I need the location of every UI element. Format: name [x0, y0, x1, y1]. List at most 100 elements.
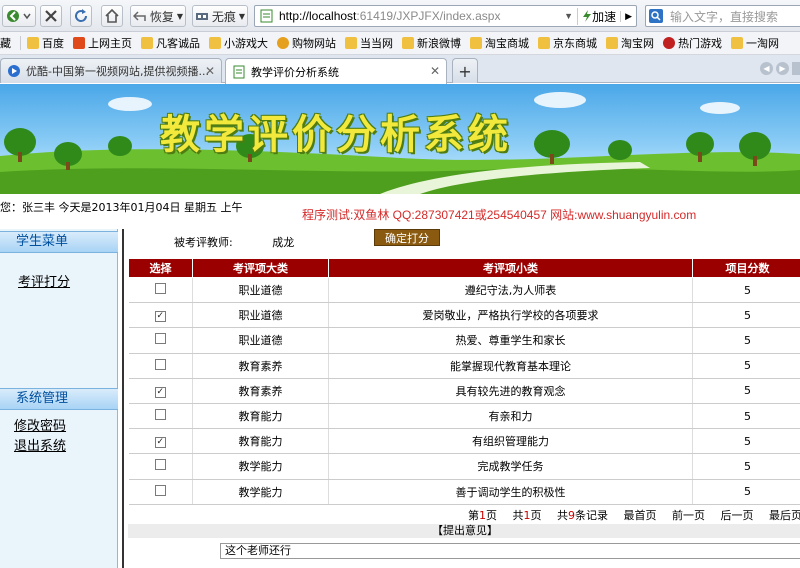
- tab-youku[interactable]: 优酷-中国第一视频网站,提供视频播... ✕: [0, 58, 222, 83]
- favorite-item[interactable]: 淘宝网: [606, 35, 654, 51]
- favorite-item[interactable]: 上网主页: [73, 35, 132, 51]
- teacher-info: 被考评教师: 成龙: [174, 234, 294, 250]
- opinion-textarea[interactable]: 这个老师还行: [220, 543, 800, 559]
- row-checkbox[interactable]: ✓: [154, 386, 166, 398]
- folder-icon: [345, 37, 357, 49]
- scroll-right-icon[interactable]: ▶: [776, 62, 789, 75]
- prev-page-link[interactable]: 前一页: [672, 509, 705, 522]
- folder-icon: [538, 37, 550, 49]
- favorite-item[interactable]: 淘宝商城: [470, 35, 529, 51]
- back-button[interactable]: [2, 5, 36, 27]
- favorite-label: 凡客诚品: [156, 37, 200, 50]
- tab-label: 教学评价分析系统: [251, 65, 339, 79]
- logout-link[interactable]: 退出系统: [14, 435, 66, 454]
- favorites-bar: 藏 百度 上网主页 凡客诚品 小游戏大 购物网站 当当网 新浪微博 淘宝商城 京…: [0, 32, 800, 55]
- tab-evaluation[interactable]: 教学评价分析系统 ✕: [225, 58, 447, 84]
- system-menu-header[interactable]: 系统管理: [0, 388, 118, 410]
- table-row: 职业道德 热爱、尊重学生和家长 5: [128, 327, 800, 354]
- tab-menu-icon[interactable]: [792, 62, 800, 75]
- evaluate-link[interactable]: 考评打分: [18, 271, 70, 290]
- close-icon[interactable]: ✕: [205, 64, 215, 78]
- category-cell: 教育能力: [192, 403, 329, 430]
- back-arrow-icon: [7, 10, 31, 22]
- next-page-link[interactable]: 后一页: [721, 509, 754, 522]
- row-checkbox[interactable]: ✓: [154, 311, 166, 323]
- score-cell: 5: [692, 378, 800, 404]
- select-cell: ✓: [128, 428, 193, 455]
- close-icon[interactable]: ✕: [430, 64, 440, 78]
- favorite-item[interactable]: 京东商城: [538, 35, 597, 51]
- folder-icon: [402, 37, 414, 49]
- refresh-button[interactable]: [70, 5, 92, 27]
- favorite-item[interactable]: 藏: [0, 35, 11, 51]
- new-tab-button[interactable]: +: [452, 58, 478, 83]
- table-row: 教育素养 能掌握现代教育基本理论 5: [128, 353, 800, 379]
- favorite-label: 淘宝网: [621, 37, 654, 50]
- row-checkbox[interactable]: [154, 484, 166, 496]
- last-page-link[interactable]: 最后页: [769, 509, 800, 522]
- banner: 教学评价分析系统: [0, 84, 800, 194]
- row-checkbox[interactable]: [154, 409, 166, 421]
- row-checkbox[interactable]: [154, 358, 166, 370]
- table-row: ✓ 职业道德 爱岗敬业，严格执行学校的各项要求 5: [128, 302, 800, 329]
- favorite-item[interactable]: 小游戏大: [209, 35, 268, 51]
- row-checkbox[interactable]: [154, 283, 166, 295]
- score-cell: 5: [692, 403, 800, 430]
- table-row: 职业道德 遵纪守法,为人师表 5: [128, 277, 800, 304]
- select-cell: [128, 353, 193, 379]
- stop-button[interactable]: [40, 5, 62, 27]
- item-cell: 善于调动学生的积极性: [328, 479, 693, 505]
- confirm-score-button[interactable]: 确定打分: [374, 229, 440, 246]
- favorite-item[interactable]: 百度: [27, 35, 64, 51]
- speedup-button[interactable]: 加速: [577, 7, 620, 25]
- noads-button[interactable]: 无痕 ▼: [192, 5, 248, 27]
- favorite-label: 新浪微博: [417, 37, 461, 50]
- close-icon: [45, 10, 57, 22]
- favorite-item[interactable]: 热门游戏: [663, 35, 722, 51]
- search-box[interactable]: 输入文字，直接搜索: [645, 5, 800, 27]
- speedup-label: 加速: [592, 9, 617, 24]
- category-cell: 教育能力: [192, 428, 329, 455]
- undo-icon: [132, 11, 146, 21]
- home-button[interactable]: [101, 5, 123, 27]
- item-cell: 完成教学任务: [328, 453, 693, 480]
- column-header: 选择: [128, 258, 193, 278]
- select-cell: [128, 403, 193, 430]
- teacher-name: 成龙: [272, 236, 295, 249]
- select-cell: ✓: [128, 302, 193, 329]
- total-prefix: 共: [512, 509, 524, 522]
- item-cell: 爱岗敬业，严格执行学校的各项要求: [328, 302, 693, 329]
- opinion-header: 【提出意见】: [128, 524, 800, 538]
- favorite-item[interactable]: 当当网: [345, 35, 393, 51]
- page-icon: [260, 9, 273, 23]
- student-menu-header[interactable]: 学生菜单: [0, 231, 118, 253]
- row-checkbox[interactable]: ✓: [154, 437, 166, 449]
- address-host: http://localhost: [279, 9, 357, 23]
- home-icon: [105, 9, 119, 23]
- column-header: 考评项小类: [328, 258, 693, 278]
- row-checkbox[interactable]: [154, 459, 166, 471]
- plus-icon: +: [458, 61, 472, 81]
- category-cell: 教育素养: [192, 353, 329, 379]
- scroll-left-icon[interactable]: ◀: [760, 62, 773, 75]
- favorite-item[interactable]: 新浪微博: [402, 35, 461, 51]
- row-checkbox[interactable]: [154, 333, 166, 345]
- folder-icon: [27, 37, 39, 49]
- folder-icon: [209, 37, 221, 49]
- first-page-link[interactable]: 最首页: [624, 509, 657, 522]
- favorite-item[interactable]: 一淘网: [731, 35, 779, 51]
- sidebar: 学生菜单 考评打分 系统管理 修改密码 退出系统: [0, 229, 118, 568]
- score-cell: 5: [692, 353, 800, 379]
- table-row: ✓ 教育素养 具有较先进的教育观念 5: [128, 378, 800, 404]
- restore-button[interactable]: 恢复 ▼: [130, 5, 186, 27]
- refresh-icon: [75, 9, 88, 22]
- play-icon: [8, 65, 20, 77]
- chevron-down-icon[interactable]: ▼: [564, 11, 573, 21]
- go-arrow-icon[interactable]: ▶: [620, 10, 636, 22]
- item-cell: 有亲和力: [328, 403, 693, 430]
- favorite-item[interactable]: 凡客诚品: [141, 35, 200, 51]
- change-password-link[interactable]: 修改密码: [14, 415, 66, 434]
- address-bar[interactable]: http://localhost:61419/JXPJFX/index.aspx…: [254, 5, 637, 27]
- select-cell: [128, 327, 193, 354]
- favorite-item[interactable]: 购物网站: [277, 35, 336, 51]
